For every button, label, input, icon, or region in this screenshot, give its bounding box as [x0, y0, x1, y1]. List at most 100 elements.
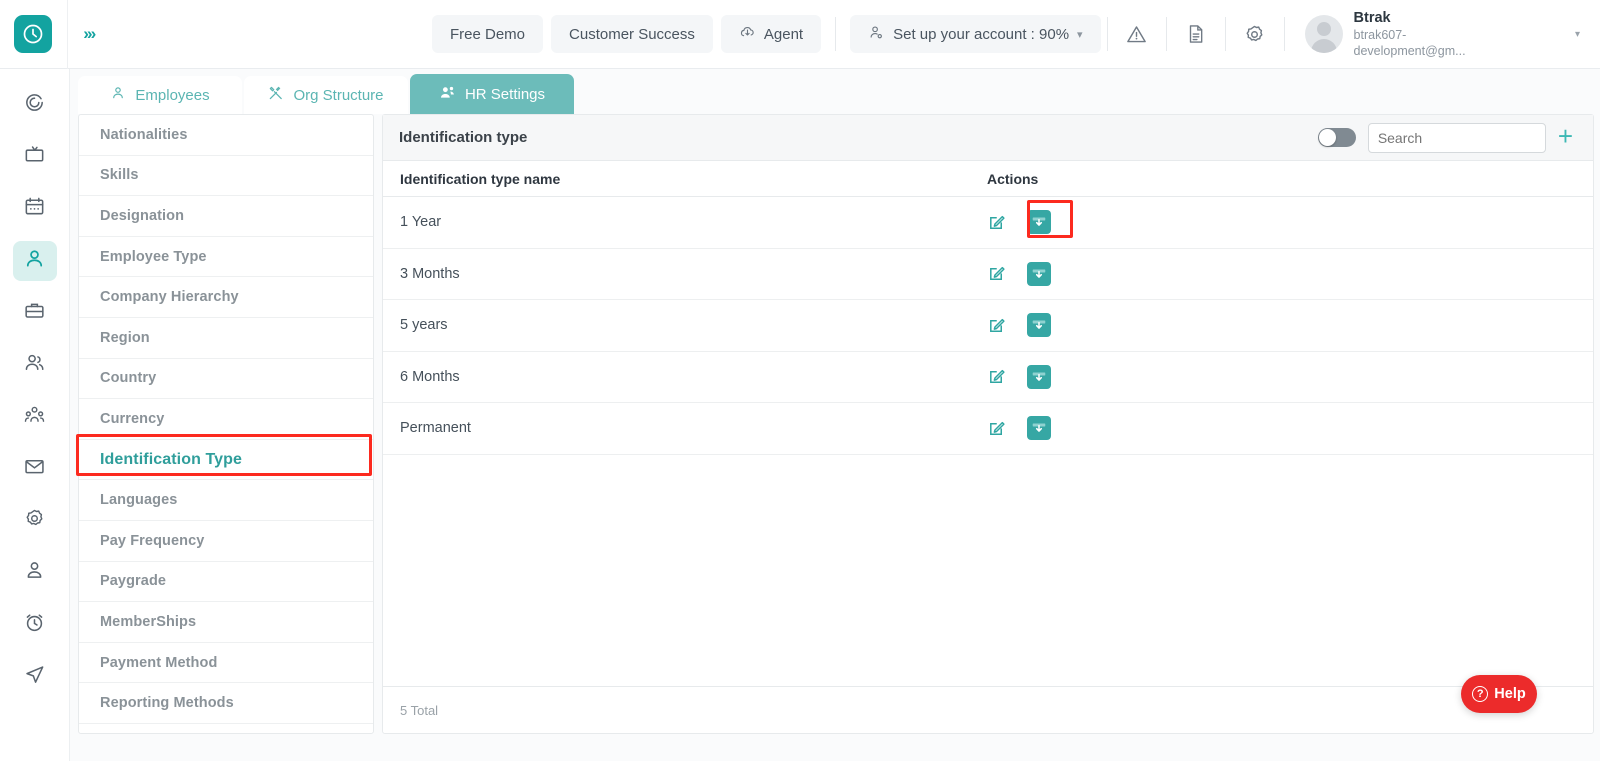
menu-item-company-hierarchy[interactable]: Company Hierarchy: [79, 277, 373, 318]
free-demo-label: Free Demo: [449, 25, 526, 43]
menu-item-designation[interactable]: Designation: [79, 196, 373, 237]
profile-chevron-down-icon[interactable]: ▾: [1575, 29, 1580, 40]
edit-pencil-icon[interactable]: [987, 213, 1006, 232]
spiral-target-icon: [23, 91, 46, 119]
edit-pencil-icon[interactable]: [987, 419, 1006, 438]
menu-item-country[interactable]: Country: [79, 359, 373, 400]
rail-item-alarm-clock[interactable]: [13, 605, 57, 645]
archive-download-icon[interactable]: [1027, 210, 1051, 235]
clock-logo-icon[interactable]: [14, 15, 53, 53]
rail-item-envelope[interactable]: [13, 449, 57, 489]
right-divider-3: [1224, 17, 1226, 51]
table-row[interactable]: 6 Months: [383, 352, 1593, 403]
envelope-icon: [23, 455, 46, 483]
rail-item-gear[interactable]: [13, 501, 57, 541]
cloud-download-icon: [739, 24, 756, 45]
table-row[interactable]: 1 Year: [383, 197, 1593, 249]
warning-triangle-icon[interactable]: [1114, 0, 1160, 69]
free-demo-button[interactable]: Free Demo: [431, 15, 544, 53]
menu-item-label: Identification Type: [100, 450, 243, 468]
row-actions-cell: [987, 313, 1147, 338]
main-tab-strip: Employees Org Structure HR Settings: [70, 69, 1600, 114]
menu-item-payment-method[interactable]: Payment Method: [79, 643, 373, 684]
search-input[interactable]: [1367, 122, 1546, 153]
menu-item-currency[interactable]: Currency: [79, 399, 373, 440]
toggle-knob: [1318, 129, 1336, 146]
account-setup-label: Set up your account : 90%: [893, 25, 1070, 43]
active-inactive-toggle[interactable]: [1317, 128, 1356, 147]
rail-item-briefcase[interactable]: [13, 293, 57, 333]
edit-pencil-icon[interactable]: [987, 367, 1006, 386]
content-area: Nationalities Skills Designation Employe…: [70, 114, 1600, 761]
menu-item-languages[interactable]: Languages: [79, 480, 373, 521]
logo-container[interactable]: [0, 0, 68, 69]
archive-download-icon[interactable]: [1027, 364, 1051, 389]
menu-item-reporting-methods[interactable]: Reporting Methods: [79, 683, 373, 724]
menu-item-employee-type[interactable]: Employee Type: [79, 237, 373, 278]
row-actions-cell: [987, 416, 1147, 441]
identification-type-panel: Identification type + Identification typ…: [382, 114, 1594, 734]
edit-pencil-icon[interactable]: [987, 316, 1006, 335]
help-button[interactable]: ? Help: [1461, 675, 1537, 713]
rail-item-tv-monitor[interactable]: [13, 137, 57, 177]
people-gear-icon: [439, 84, 456, 105]
menu-item-skills[interactable]: Skills: [79, 156, 373, 197]
tools-icon: [268, 85, 284, 105]
tab-employees-label: Employees: [135, 86, 210, 104]
tab-employees[interactable]: Employees: [78, 76, 242, 114]
document-icon[interactable]: [1173, 0, 1219, 69]
rail-item-org-group[interactable]: [13, 397, 57, 437]
row-name-cell: Permanent: [400, 420, 471, 437]
hr-settings-menu: Nationalities Skills Designation Employe…: [78, 114, 374, 734]
menu-item-pay-frequency[interactable]: Pay Frequency: [79, 521, 373, 562]
menu-item-nationalities[interactable]: Nationalities: [79, 115, 373, 156]
row-actions-cell: [987, 364, 1147, 389]
menu-item-identification-type[interactable]: Identification Type: [79, 440, 373, 481]
rail-item-calendar[interactable]: [13, 189, 57, 229]
row-name-cell: 1 Year: [400, 214, 442, 231]
two-people-icon: [23, 351, 46, 379]
rail-item-two-people[interactable]: [13, 345, 57, 385]
table-row[interactable]: Permanent: [383, 403, 1593, 455]
nav-divider: [835, 17, 837, 51]
profile-menu[interactable]: Btrak btrak607-development@gm... ▾: [1291, 0, 1600, 69]
rail-item-send-navigate[interactable]: [13, 657, 57, 697]
table-row[interactable]: 5 years: [383, 300, 1593, 352]
menu-item-label: Employee Type: [100, 248, 207, 265]
menu-item-label: Languages: [100, 492, 178, 509]
send-navigate-icon: [23, 663, 46, 691]
agent-button[interactable]: Agent: [720, 15, 822, 53]
profile-email: btrak607-development@gm...: [1353, 27, 1466, 59]
top-bar: ››› Free Demo Customer Success Agent Set…: [0, 0, 1600, 69]
menu-item-label: Nationalities: [100, 126, 188, 143]
tab-org-structure[interactable]: Org Structure: [244, 76, 408, 114]
tab-hr-settings[interactable]: HR Settings: [410, 74, 574, 114]
archive-download-icon[interactable]: [1027, 416, 1051, 441]
customer-success-button[interactable]: Customer Success: [551, 15, 713, 53]
account-setup-button[interactable]: Set up your account : 90% ▾: [850, 15, 1101, 53]
total-count-label: 5 Total: [400, 702, 439, 718]
rail-item-person[interactable]: [12, 241, 57, 281]
rail-item-spiral-target[interactable]: [13, 85, 57, 125]
menu-item-region[interactable]: Region: [79, 318, 373, 359]
avatar: [1304, 15, 1343, 53]
table-body: 1 Year 3 Months 5 years 6 Months Permane…: [383, 197, 1593, 686]
column-header-actions: Actions: [987, 170, 1039, 187]
archive-download-icon[interactable]: [1027, 313, 1051, 338]
rail-item-user-account[interactable]: [13, 553, 57, 593]
add-new-button[interactable]: +: [1558, 123, 1577, 152]
table-header-row: Identification type name Actions: [383, 161, 1593, 197]
person-icon: [110, 85, 126, 105]
edit-pencil-icon[interactable]: [987, 264, 1006, 283]
table-row[interactable]: 3 Months: [383, 249, 1593, 300]
expand-sidebar-button[interactable]: ›››: [68, 0, 110, 69]
menu-item-label: MemberShips: [100, 613, 197, 630]
menu-item-label: Currency: [100, 410, 165, 427]
menu-item-label: Company Hierarchy: [100, 289, 239, 306]
menu-item-paygrade[interactable]: Paygrade: [79, 562, 373, 603]
gear-icon[interactable]: [1232, 0, 1278, 69]
tab-hr-settings-label: HR Settings: [464, 85, 546, 103]
profile-name: Btrak: [1353, 9, 1391, 26]
archive-download-icon[interactable]: [1027, 261, 1051, 286]
menu-item-memberships[interactable]: MemberShips: [79, 602, 373, 643]
